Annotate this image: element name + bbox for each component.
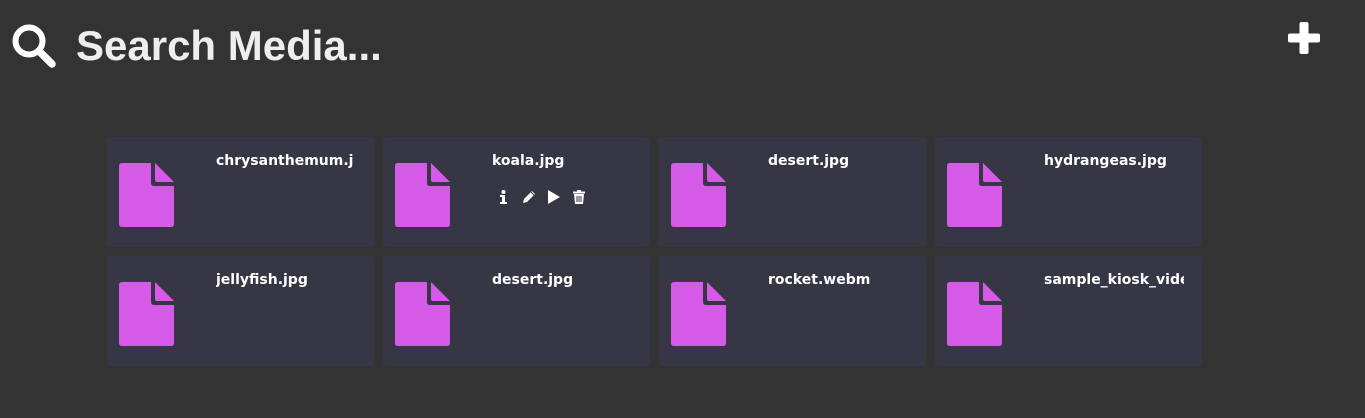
- play-button[interactable]: [546, 189, 561, 204]
- search-bar[interactable]: [10, 22, 676, 70]
- media-name: desert.jpg: [768, 153, 850, 169]
- media-name: chrysanthemum.j: [216, 153, 354, 169]
- header: [0, 0, 1365, 100]
- file-icon: [119, 163, 174, 227]
- media-card[interactable]: sample_kiosk_vide: [935, 256, 1202, 366]
- media-name: rocket.webm: [768, 272, 871, 288]
- file-icon: [671, 163, 726, 227]
- media-card[interactable]: jellyfish.jpg: [107, 256, 374, 366]
- media-card[interactable]: desert.jpg: [659, 137, 926, 247]
- play-icon: [548, 189, 560, 204]
- media-name: hydrangeas.jpg: [1044, 153, 1167, 169]
- search-input[interactable]: [76, 22, 676, 70]
- media-name: sample_kiosk_vide: [1044, 272, 1184, 288]
- info-button[interactable]: [496, 189, 511, 204]
- pencil-icon: [522, 190, 535, 203]
- media-card[interactable]: hydrangeas.jpg: [935, 137, 1202, 247]
- search-icon: [12, 24, 56, 68]
- edit-button[interactable]: [521, 189, 536, 204]
- media-card[interactable]: koala.jpg: [383, 137, 650, 247]
- plus-icon: [1288, 22, 1320, 54]
- media-actions: [496, 189, 586, 204]
- file-icon: [671, 282, 726, 346]
- file-icon: [947, 282, 1002, 346]
- info-icon: [500, 189, 507, 204]
- media-grid: chrysanthemum.j koala.jpg desert.jpg hyd…: [107, 137, 1202, 366]
- add-media-button[interactable]: [1286, 20, 1322, 56]
- media-name: jellyfish.jpg: [216, 272, 308, 288]
- file-icon: [119, 282, 174, 346]
- media-name: koala.jpg: [492, 153, 565, 169]
- file-icon: [395, 163, 450, 227]
- media-name: desert.jpg: [492, 272, 574, 288]
- trash-icon: [572, 189, 585, 204]
- media-card[interactable]: chrysanthemum.j: [107, 137, 374, 247]
- media-card[interactable]: desert.jpg: [383, 256, 650, 366]
- file-icon: [395, 282, 450, 346]
- file-icon: [947, 163, 1002, 227]
- media-card[interactable]: rocket.webm: [659, 256, 926, 366]
- delete-button[interactable]: [571, 189, 586, 204]
